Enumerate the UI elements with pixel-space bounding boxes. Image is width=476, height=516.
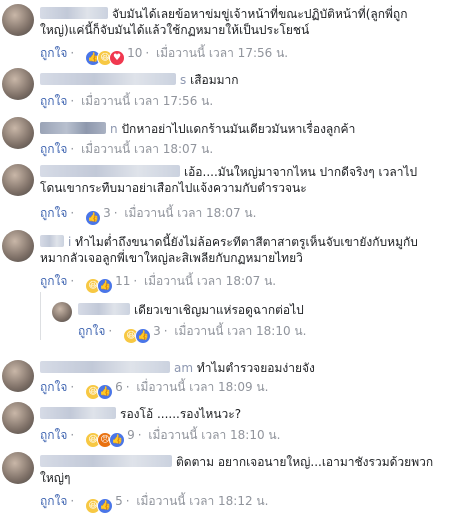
like-reaction-icon: 👍 bbox=[135, 328, 152, 344]
like-button[interactable]: ถูกใจ bbox=[40, 142, 67, 156]
love-reaction-icon: ♥ bbox=[109, 50, 126, 66]
like-button[interactable]: ถูกใจ bbox=[40, 46, 67, 60]
like-button[interactable]: ถูกใจ bbox=[40, 428, 67, 442]
commenter-name[interactable] bbox=[40, 73, 176, 85]
comment: am ทำไมตำรวจยอมง่ายจัง ถูกใจ · 😆 👍 6 · เมื่… bbox=[0, 352, 476, 400]
reactions[interactable]: 😆 👍 bbox=[123, 328, 152, 344]
avatar[interactable] bbox=[52, 302, 72, 322]
reaction-count: 3 bbox=[153, 324, 161, 338]
timestamp[interactable]: เมื่อวานนี้ เวลา 18:12 น. bbox=[136, 494, 268, 508]
reactions[interactable]: 😆 😠 👍 bbox=[85, 432, 126, 448]
comment-text: รองโอ้ ......รองไหนวะ? bbox=[40, 406, 241, 422]
commenter-name[interactable] bbox=[40, 361, 170, 373]
reaction-count: 3 bbox=[103, 206, 111, 220]
commenter-name[interactable] bbox=[40, 7, 108, 19]
reactions[interactable]: 😆 👍 bbox=[85, 278, 114, 294]
reply: เดียวเขาเชิญมาแห่รอดูฉากต่อไป ถูกใจ · 😆 👍 … bbox=[0, 296, 476, 344]
comment: รองโอ้ ......รองไหนวะ? ถูกใจ · 😆 😠 👍 9 · เมื… bbox=[0, 400, 476, 448]
avatar[interactable] bbox=[2, 117, 34, 149]
comment-text: ติดตาม อยากเจอนายใหญ่...เอามาชังรวมด้วยพ… bbox=[40, 454, 433, 470]
comment-actions: ถูกใจ · 😆 😠 👍 9 · เมื่อวานนี้ เวลา 18:10 น. bbox=[40, 428, 280, 448]
comment-text: หมากลัวเจอลูกพี่เขาใหญ่ละสิเพลียกับกฏหมา… bbox=[40, 251, 303, 265]
commenter-name[interactable] bbox=[40, 235, 64, 247]
comment-actions: ถูกใจ · 😆 👍 6 · เมื่อวานนี้ เวลา 18:09 น. bbox=[40, 380, 268, 400]
timestamp[interactable]: เมื่อวานนี้ เวลา 17:56 น. bbox=[156, 46, 288, 60]
timestamp[interactable]: เมื่อวานนี้ เวลา 18:07 น. bbox=[124, 206, 256, 220]
avatar[interactable] bbox=[2, 452, 34, 484]
commenter-name[interactable] bbox=[40, 122, 106, 134]
comment-text: โดนเขากระทืบมาอย่าเสือกไปแจ้งความกับตำรว… bbox=[40, 181, 307, 195]
comment: ติดตาม อยากเจอนายใหญ่...เอามาชังรวมด้วยพ… bbox=[0, 448, 476, 514]
reactions[interactable]: 👍 bbox=[85, 210, 102, 226]
comment-text: จับมันได้เลยข้อหาข่มขู่เจ้าหน้าที่ขณะปฏิ… bbox=[40, 6, 407, 22]
reactions[interactable]: 👍 😆 ♥ bbox=[85, 50, 126, 66]
like-reaction-icon: 👍 bbox=[97, 384, 114, 400]
comment: จับมันได้เลยข้อหาข่มขู่เจ้าหน้าที่ขณะปฏิ… bbox=[0, 0, 476, 66]
timestamp[interactable]: เมื่อวานนี้ เวลา 18:07 น. bbox=[81, 142, 213, 156]
comment-actions: ถูกใจ · 👍 3 · เมื่อวานนี้ เวลา 18:07 น. bbox=[40, 206, 256, 226]
comment-actions: ถูกใจ · 😆 👍 5 · เมื่อวานนี้ เวลา 18:12 น. bbox=[40, 494, 268, 514]
commenter-name[interactable] bbox=[40, 165, 180, 177]
comment-text: เดียวเขาเชิญมาแห่รอดูฉากต่อไป bbox=[78, 302, 304, 318]
like-reaction-icon: 👍 bbox=[85, 210, 102, 226]
avatar[interactable] bbox=[2, 402, 34, 434]
reactions[interactable]: 😆 👍 bbox=[85, 384, 114, 400]
avatar[interactable] bbox=[2, 230, 34, 262]
like-button[interactable]: ถูกใจ bbox=[40, 380, 67, 394]
avatar[interactable] bbox=[2, 360, 34, 392]
like-button[interactable]: ถูกใจ bbox=[40, 274, 67, 288]
comment-text: ใหญ่ๆ bbox=[40, 471, 71, 485]
comment-text: n ปักหาอย่าไปแดกร้านมันเดียวมันหาเรื่องล… bbox=[40, 121, 355, 137]
timestamp[interactable]: เมื่อวานนี้ เวลา 18:10 น. bbox=[148, 428, 280, 442]
comment-actions: ถูกใจ · 😆 👍 3 · เมื่อวานนี้ เวลา 18:10 น. bbox=[78, 324, 306, 344]
avatar[interactable] bbox=[2, 4, 34, 36]
comment-text: เอ้อ....มันใหญ่มาจากไหน ปากดีจริงๆ เวลาไ… bbox=[40, 164, 417, 180]
comment-text: am ทำไมตำรวจยอมง่ายจัง bbox=[40, 360, 315, 376]
like-button[interactable]: ถูกใจ bbox=[40, 206, 67, 220]
comment-text: s เสือมมาก bbox=[40, 72, 239, 88]
comment: n ปักหาอย่าไปแดกร้านมันเดียวมันหาเรื่องล… bbox=[0, 113, 476, 157]
commenter-name[interactable] bbox=[78, 303, 130, 315]
commenter-name[interactable] bbox=[40, 455, 172, 467]
like-button[interactable]: ถูกใจ bbox=[40, 494, 67, 508]
comment: i ทำไมต่ำถึงขนาดนี้ยังไม่ล้อคระทีตาสีตาส… bbox=[0, 226, 476, 294]
reactions[interactable]: 😆 👍 bbox=[85, 498, 114, 514]
comment: เอ้อ....มันใหญ่มาจากไหน ปากดีจริงๆ เวลาไ… bbox=[0, 160, 476, 226]
timestamp[interactable]: เมื่อวานนี้ เวลา 17:56 น. bbox=[81, 94, 213, 108]
reaction-count: 11 bbox=[115, 274, 131, 288]
like-reaction-icon: 👍 bbox=[97, 278, 114, 294]
avatar[interactable] bbox=[2, 164, 34, 196]
comment-text: i ทำไมต่ำถึงขนาดนี้ยังไม่ล้อคระทีตาสีตาส… bbox=[40, 234, 418, 250]
like-button[interactable]: ถูกใจ bbox=[78, 324, 105, 338]
comment: s เสือมมาก ถูกใจ · เมื่อวานนี้ เวลา 17:56… bbox=[0, 66, 476, 110]
like-button[interactable]: ถูกใจ bbox=[40, 94, 67, 108]
reaction-count: 10 bbox=[127, 46, 143, 60]
comment-text: ใหญ่)แค่นี้ก็จับมันได้แล้วใช้กฏหมายให้เป… bbox=[40, 23, 310, 37]
comment-actions: ถูกใจ · เมื่อวานนี้ เวลา 18:07 น. bbox=[40, 142, 214, 156]
like-reaction-icon: 👍 bbox=[97, 498, 114, 514]
timestamp[interactable]: เมื่อวานนี้ เวลา 18:09 น. bbox=[136, 380, 268, 394]
comment-actions: ถูกใจ · 👍 😆 ♥ 10 · เมื่อวานนี้ เวลา 17:56 น. bbox=[40, 46, 288, 66]
avatar[interactable] bbox=[2, 68, 34, 100]
like-reaction-icon: 👍 bbox=[109, 432, 126, 448]
comment-actions: ถูกใจ · 😆 👍 11 · เมื่อวานนี้ เวลา 18:07 น. bbox=[40, 274, 276, 294]
comment-actions: ถูกใจ · เมื่อวานนี้ เวลา 17:56 น. bbox=[40, 94, 214, 108]
reaction-count: 6 bbox=[115, 380, 123, 394]
reaction-count: 5 bbox=[115, 494, 123, 508]
reaction-count: 9 bbox=[127, 428, 135, 442]
timestamp[interactable]: เมื่อวานนี้ เวลา 18:10 น. bbox=[174, 324, 306, 338]
timestamp[interactable]: เมื่อวานนี้ เวลา 18:07 น. bbox=[144, 274, 276, 288]
commenter-name[interactable] bbox=[40, 407, 116, 419]
